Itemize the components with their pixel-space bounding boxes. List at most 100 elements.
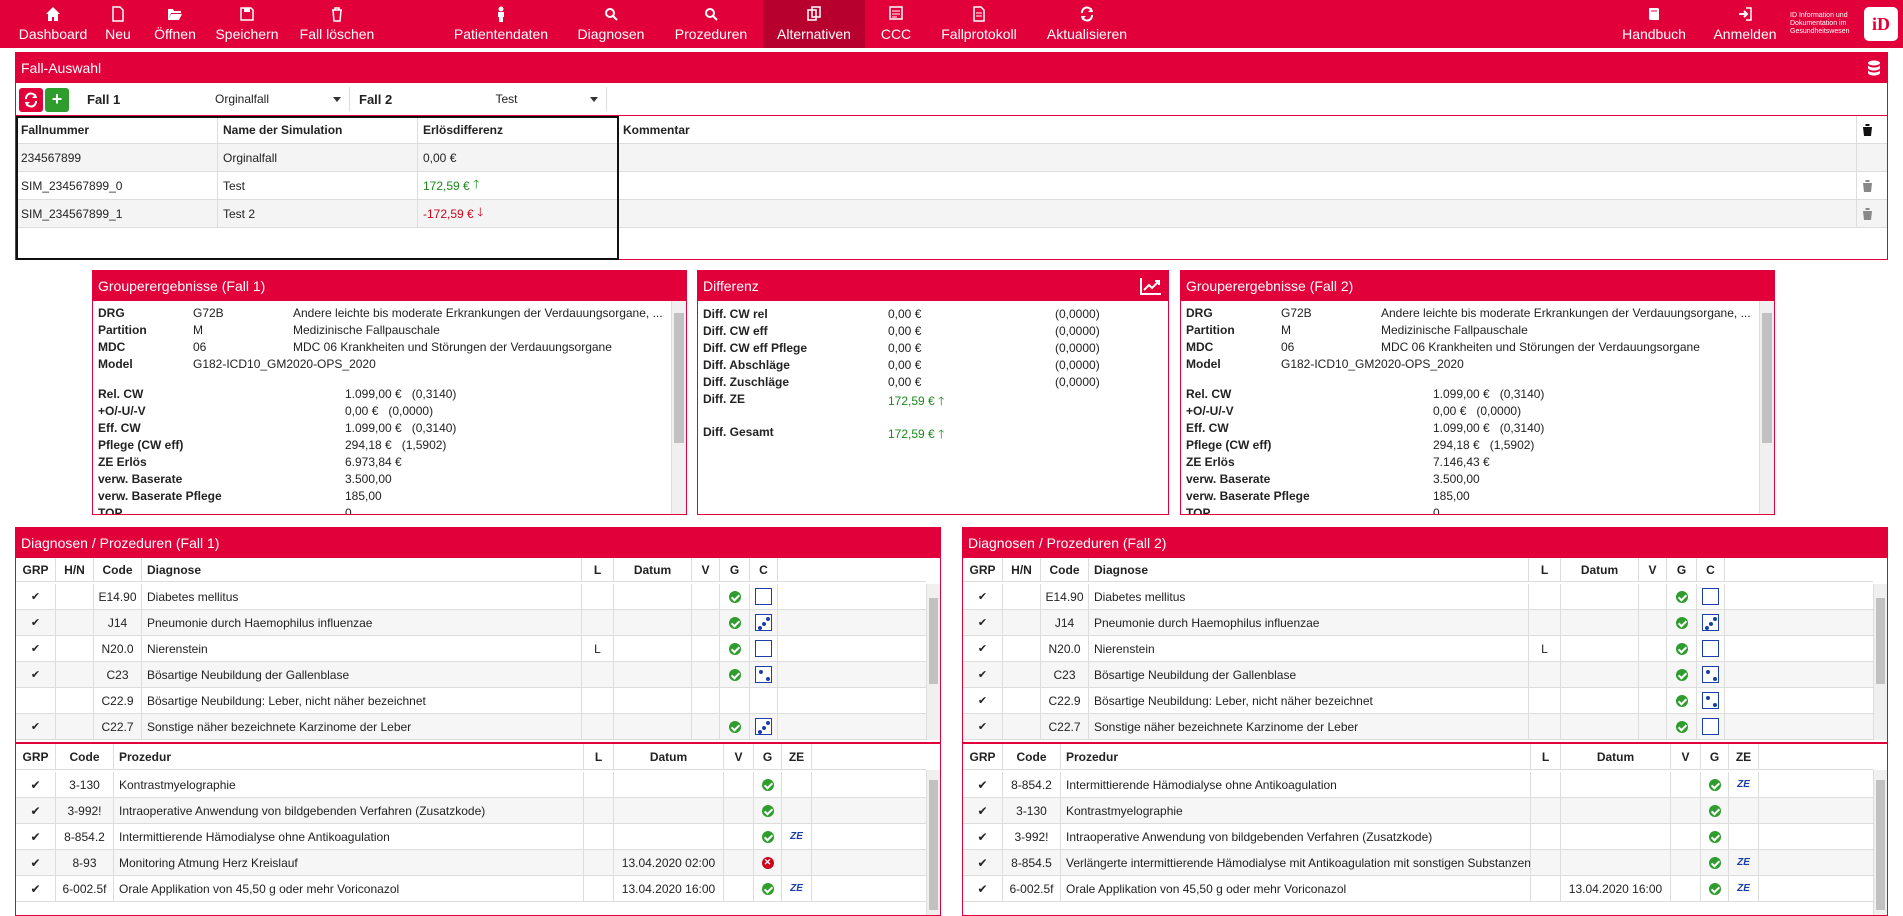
table-row[interactable]: ✔ 8-854.2 Intermittierende Hämodialyse ohn… xyxy=(16,824,926,850)
table-row[interactable]: ✔ 3-130 Kontrastmyelographie xyxy=(963,798,1873,824)
ccc-checkbox[interactable] xyxy=(755,588,772,605)
value: 0,00 € (0,0000) xyxy=(1433,404,1522,418)
proc-ze: ZE xyxy=(1729,876,1759,901)
refresh-button[interactable] xyxy=(19,87,43,112)
diff-label: Diff. Abschläge xyxy=(703,358,790,372)
book-icon xyxy=(1649,8,1659,20)
mdc-code: 06 xyxy=(1281,340,1295,354)
scrollbar-thumb[interactable] xyxy=(1762,313,1772,443)
table-row[interactable]: SIM_234567899_0 Test 172,59 € 🡑 xyxy=(16,172,1887,200)
nav-dashboard[interactable]: Dashboard xyxy=(19,0,87,48)
kommentar[interactable] xyxy=(618,144,1857,171)
scrollbar[interactable] xyxy=(1759,301,1774,514)
scrollbar[interactable] xyxy=(671,301,686,514)
proc-code-text: 6-002.5f xyxy=(62,881,107,896)
table-row[interactable]: ✔ C23 Bösartige Neubildung der Gallenblase xyxy=(16,662,926,688)
table-row[interactable]: ✔ J14 Pneumonie durch Haemophilus influenz… xyxy=(16,610,926,636)
nav-ccc[interactable]: CCC xyxy=(879,0,913,48)
fall2-select[interactable]: Test xyxy=(407,87,607,111)
delete-all-button[interactable] xyxy=(1857,116,1887,143)
fall2-selected-value: Test xyxy=(495,92,518,106)
ccc-checkbox[interactable] xyxy=(755,666,772,683)
diag-diagnose-text: Bösartige Neubildung: Leber, nicht näher… xyxy=(1094,693,1373,708)
proc-prozedur: Verlängerte intermittierende Hämodialyse… xyxy=(1061,850,1531,875)
diag-code: C22.9 xyxy=(1041,688,1089,713)
table-row[interactable]: C22.9 Bösartige Neubildung: Leber, nicht … xyxy=(16,688,926,714)
table-row[interactable]: ✔ 8-93 Monitoring Atmung Herz Kreislauf 13.… xyxy=(16,850,926,876)
table-row[interactable]: ✔ C23 Bösartige Neubildung der Gallenblase xyxy=(963,662,1873,688)
table-row[interactable]: ✔ 3-992! Intraoperative Anwendung von bild… xyxy=(16,798,926,824)
table-row[interactable]: ✔ C22.9 Bösartige Neubildung: Leber, nicht… xyxy=(963,688,1873,714)
ccc-checkbox[interactable] xyxy=(755,718,772,735)
scrollbar[interactable] xyxy=(1873,770,1887,915)
mdc-text: MDC 06 Krankheiten und Störungen der Ver… xyxy=(293,340,612,354)
kommentar[interactable] xyxy=(618,172,1857,199)
diag-hn xyxy=(1003,688,1041,713)
table-row[interactable]: ✔ 8-854.5 Verlängerte intermittierende Häm… xyxy=(963,850,1873,876)
ccc-checkbox[interactable] xyxy=(1702,718,1719,735)
table-row[interactable]: ✔ N20.0 Nierenstein L xyxy=(963,636,1873,662)
add-simulation-button[interactable]: + xyxy=(45,87,69,112)
model-label: Model xyxy=(1186,357,1221,371)
scrollbar-thumb[interactable] xyxy=(929,598,938,684)
ccc-checkbox[interactable] xyxy=(1702,640,1719,657)
ccc-checkbox[interactable] xyxy=(1702,588,1719,605)
fall1-select[interactable]: Orginalfall xyxy=(135,87,350,111)
table-row[interactable]: ✔ J14 Pneumonie durch Haemophilus influenz… xyxy=(963,610,1873,636)
scrollbar-thumb[interactable] xyxy=(929,780,938,910)
table-row[interactable]: ✔ 3-130 Kontrastmyelographie xyxy=(16,772,926,798)
kommentar[interactable] xyxy=(618,200,1857,227)
proc-code: 6-002.5f xyxy=(1003,876,1061,901)
nav-aktualisieren[interactable]: Aktualisieren xyxy=(1045,0,1129,48)
database-icon[interactable] xyxy=(1867,60,1881,76)
table-row[interactable]: ✔ N20.0 Nierenstein L xyxy=(16,636,926,662)
table-row[interactable]: ✔ 3-992! Intraoperative Anwendung von bild… xyxy=(963,824,1873,850)
nav-neu[interactable]: Neu xyxy=(101,0,135,48)
nav-anmelden[interactable]: Anmelden xyxy=(1712,0,1778,48)
check-circle-icon xyxy=(728,720,741,733)
ccc-checkbox[interactable] xyxy=(1702,666,1719,683)
proc-prozedur-text: Kontrastmyelographie xyxy=(1066,803,1183,818)
partition-text: Medizinische Fallpauschale xyxy=(1381,323,1528,337)
scrollbar-thumb[interactable] xyxy=(674,313,684,443)
proc-datum xyxy=(1561,850,1671,875)
proc-grp-text: ✔ xyxy=(977,881,988,896)
nav-patientendaten[interactable]: Patientendaten xyxy=(450,0,552,48)
scrollbar[interactable] xyxy=(1873,584,1887,740)
delete-row-button[interactable] xyxy=(1857,172,1887,199)
nav-diagnosen[interactable]: Diagnosen xyxy=(575,0,647,48)
nav-alternativen[interactable]: Alternativen xyxy=(763,0,865,48)
table-row[interactable]: ✔ 6-002.5f Orale Applikation von 45,50 g o… xyxy=(963,876,1873,902)
diag-code-text: C23 xyxy=(1053,667,1076,682)
nav-speichern[interactable]: Speichern xyxy=(212,0,282,48)
scrollbar[interactable] xyxy=(926,584,940,740)
table-row[interactable]: ✔ 6-002.5f Orale Applikation von 45,50 g o… xyxy=(16,876,926,902)
table-row[interactable]: ✔ E14.90 Diabetes mellitus xyxy=(963,584,1873,610)
table-row[interactable]: ✔ E14.90 Diabetes mellitus xyxy=(16,584,926,610)
ccc-checkbox[interactable] xyxy=(755,614,772,631)
diff-label: Diff. Zuschläge xyxy=(703,375,790,389)
ccc-checkbox[interactable] xyxy=(755,640,772,657)
nav-oeffnen[interactable]: Öffnen xyxy=(148,0,202,48)
ccc-checkbox[interactable] xyxy=(1702,614,1719,631)
scrollbar-thumb[interactable] xyxy=(1876,598,1885,684)
diag-grp xyxy=(16,688,56,713)
check-circle-icon xyxy=(1708,856,1721,869)
proc-g xyxy=(1701,798,1729,823)
table-row[interactable]: ✔ 8-854.2 Intermittierende Hämodialyse ohn… xyxy=(963,772,1873,798)
scrollbar[interactable] xyxy=(926,770,940,915)
line-chart-icon[interactable] xyxy=(1140,277,1162,295)
scrollbar-thumb[interactable] xyxy=(1876,780,1885,910)
nav-prozeduren[interactable]: Prozeduren xyxy=(671,0,751,48)
diag-hn xyxy=(1003,610,1041,635)
table-row[interactable]: ✔ C22.7 Sonstige näher bezeichnete Karzino… xyxy=(16,714,926,740)
table-row[interactable]: ✔ C22.7 Sonstige näher bezeichnete Karzino… xyxy=(963,714,1873,740)
nav-handbuch[interactable]: Handbuch xyxy=(1620,0,1688,48)
table-row[interactable]: 234567899 Orginalfall 0,00 € xyxy=(16,144,1887,172)
ccc-checkbox[interactable] xyxy=(1702,692,1719,709)
diag-v xyxy=(1639,688,1667,713)
table-row[interactable]: SIM_234567899_1 Test 2 -172,59 € 🡓 xyxy=(16,200,1887,228)
nav-fallprotokoll[interactable]: Fallprotokoll xyxy=(940,0,1018,48)
nav-fall-loeschen[interactable]: Fall löschen xyxy=(292,0,382,48)
delete-row-button[interactable] xyxy=(1857,200,1887,227)
